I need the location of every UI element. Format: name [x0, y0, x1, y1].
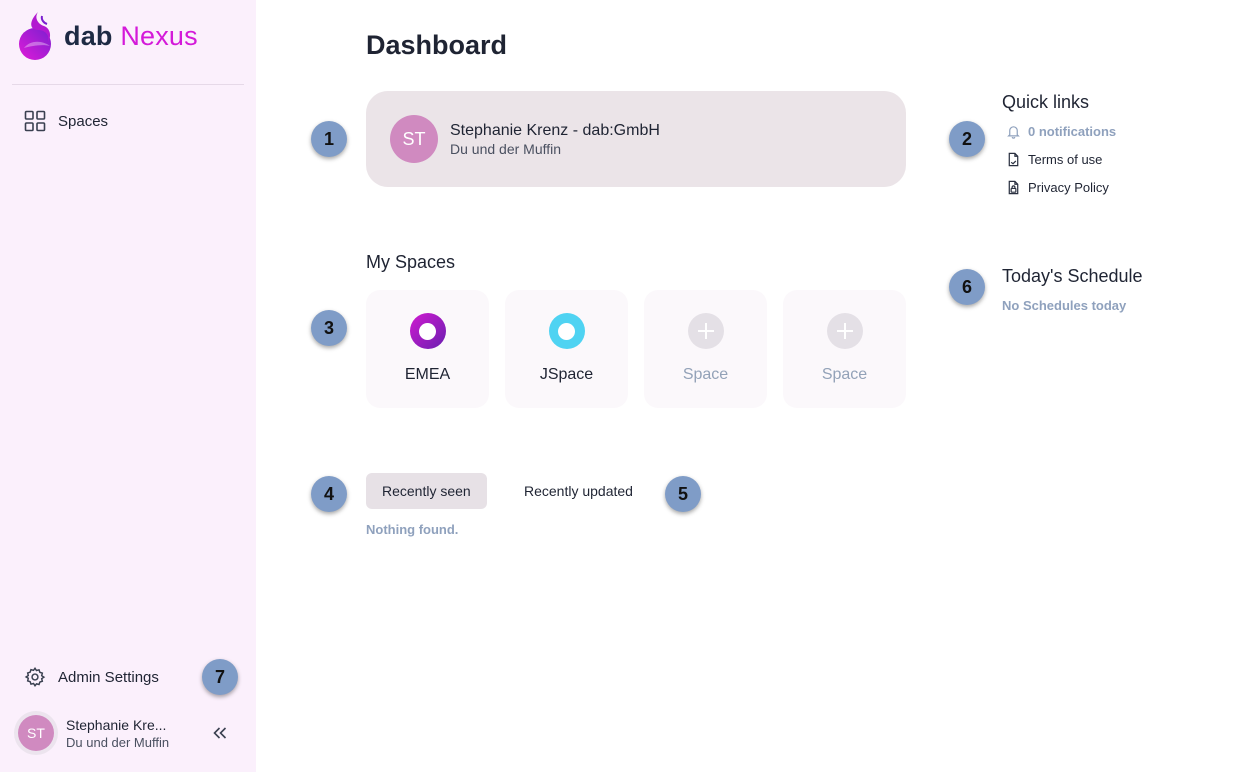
profile-card[interactable]: ST Stephanie Krenz - dab:GmbH Du und der…: [366, 91, 906, 187]
marker-7: 7: [202, 659, 238, 695]
app-root: dab Nexus Spaces Admin Settings ST Steph…: [0, 0, 1246, 772]
brand-logo[interactable]: dab Nexus: [16, 10, 198, 62]
brand-name-nexus: Nexus: [120, 20, 198, 51]
add-space-tile[interactable]: Space: [783, 290, 906, 408]
brand-name-dab: dab: [64, 20, 113, 51]
plus-icon: [826, 313, 863, 349]
terms-of-use-link[interactable]: Terms of use: [1006, 152, 1102, 167]
admin-settings-button[interactable]: Admin Settings: [12, 660, 192, 694]
terms-of-use-label: Terms of use: [1028, 152, 1103, 167]
privacy-policy-label: Privacy Policy: [1028, 180, 1109, 195]
marker-1: 1: [311, 121, 347, 157]
lock-document-icon: [1008, 180, 1019, 195]
profile-name: Stephanie Krenz - dab:GmbH: [450, 121, 660, 139]
phoenix-logo-icon: [19, 12, 51, 60]
schedule-empty-message: No Schedules today: [1002, 298, 1127, 313]
space-tile-jspace[interactable]: JSpace: [505, 290, 628, 408]
notifications-link[interactable]: 0 notifications: [1006, 124, 1116, 139]
marker-4: 4: [311, 476, 347, 512]
sidebar-divider: [12, 84, 244, 85]
gear-icon: [24, 667, 46, 687]
add-space-tile[interactable]: Space: [644, 290, 767, 408]
sidebar-item-label: Spaces: [58, 112, 109, 130]
space-tile-emea[interactable]: EMEA: [366, 290, 489, 408]
sidebar-item-spaces[interactable]: Spaces: [12, 104, 244, 138]
admin-settings-label: Admin Settings: [58, 668, 159, 686]
marker-3: 3: [311, 310, 347, 346]
space-label: JSpace: [539, 366, 594, 383]
avatar[interactable]: ST: [14, 711, 58, 755]
sidebar-user-org: Du und der Muffin: [66, 734, 170, 750]
sidebar-user-profile[interactable]: ST Stephanie Kre... Du und der Muffin: [14, 710, 246, 756]
my-spaces-title: My Spaces: [366, 252, 456, 272]
double-chevron-left-icon: [213, 727, 227, 739]
bell-icon: [1007, 126, 1020, 139]
profile-org: Du und der Muffin: [450, 140, 562, 157]
privacy-policy-link[interactable]: Privacy Policy: [1006, 180, 1109, 195]
tab-recently-seen[interactable]: Recently seen: [366, 473, 487, 509]
plus-icon: [687, 313, 724, 349]
marker-5: 5: [665, 476, 701, 512]
page-title: Dashboard: [366, 30, 508, 60]
space-ring-icon: [548, 313, 585, 349]
avatar-initials: ST: [18, 715, 54, 751]
space-ring-icon: [409, 313, 446, 349]
collapse-sidebar-button[interactable]: [208, 722, 232, 744]
schedule-title: Today's Schedule: [1002, 266, 1143, 286]
sidebar: dab Nexus Spaces Admin Settings ST Steph…: [0, 0, 256, 772]
my-spaces-list: EMEA JSpace Space Space: [366, 290, 906, 408]
marker-2: 2: [949, 121, 985, 157]
space-label: Space: [821, 366, 868, 383]
marker-6: 6: [949, 269, 985, 305]
tab-recently-updated[interactable]: Recently updated: [508, 473, 649, 509]
notifications-label: 0 notifications: [1028, 124, 1117, 139]
space-label: EMEA: [404, 366, 451, 383]
quick-links-title: Quick links: [1002, 92, 1090, 112]
empty-state-message: Nothing found.: [366, 522, 459, 537]
space-label: Space: [682, 366, 729, 383]
document-icon: [1008, 152, 1019, 167]
grid-icon: [24, 110, 46, 132]
avatar: ST: [390, 115, 438, 163]
sidebar-user-name: Stephanie Kre...: [66, 716, 167, 733]
